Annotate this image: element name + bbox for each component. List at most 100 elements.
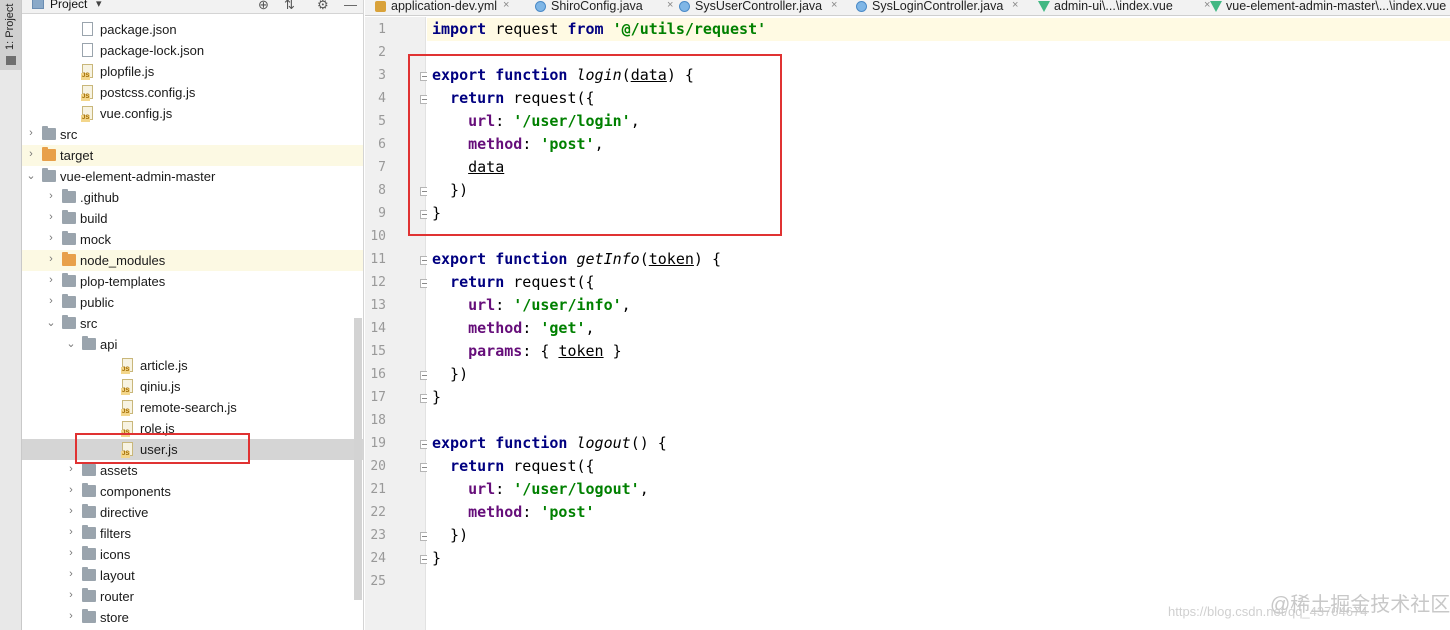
code-token: url — [468, 296, 496, 314]
tree-item-target[interactable]: › target — [22, 145, 363, 166]
tree-item-qiniu-js[interactable]: qiniu.js — [22, 376, 363, 397]
code-token: url — [468, 112, 496, 130]
folder-icon — [82, 525, 96, 539]
close-tab-icon[interactable]: × — [667, 0, 673, 11]
code-editor[interactable]: import request from '@/utils/request' exp… — [427, 17, 1450, 630]
tree-item-router[interactable]: › router — [22, 586, 363, 607]
js-file-icon — [121, 379, 133, 395]
code-line: url: '/user/login', — [432, 112, 640, 130]
editor-tab-label: ShiroConfig.java — [551, 0, 643, 13]
line-number: 22 — [370, 505, 386, 520]
close-tab-icon[interactable]: × — [831, 0, 837, 11]
expand-arrow-icon[interactable]: › — [66, 463, 76, 475]
tree-item-user-js[interactable]: user.js — [22, 439, 363, 460]
yml-file-icon — [375, 1, 386, 12]
tree-item-src[interactable]: › src — [22, 124, 363, 145]
expand-arrow-icon[interactable]: › — [66, 484, 76, 496]
code-token: 'post' — [540, 135, 595, 153]
folder-icon — [82, 609, 96, 623]
tree-item-article-js[interactable]: article.js — [22, 355, 363, 376]
code-line: params: { token } — [432, 342, 622, 360]
folder-icon — [62, 189, 76, 203]
hide-panel-icon[interactable]: — — [344, 0, 357, 12]
view-selector-caret-icon[interactable]: ▾ — [96, 0, 102, 10]
expand-arrow-icon[interactable]: › — [26, 127, 36, 139]
tree-item-plopfile-js[interactable]: plopfile.js — [22, 61, 363, 82]
tree-item-store[interactable]: › store — [22, 607, 363, 628]
folder-icon — [6, 56, 16, 65]
settings-gear-icon[interactable]: ⚙ — [317, 0, 329, 13]
code-token: }) — [432, 181, 469, 199]
line-number: 15 — [370, 344, 386, 359]
tree-item-layout[interactable]: › layout — [22, 565, 363, 586]
tree-item-build[interactable]: › build — [22, 208, 363, 229]
tree-item-directive[interactable]: › directive — [22, 502, 363, 523]
tree-item-filters[interactable]: › filters — [22, 523, 363, 544]
code-line: url: '/user/logout', — [432, 480, 649, 498]
code-token: } — [432, 204, 442, 222]
expand-arrow-icon[interactable]: › — [66, 505, 76, 517]
line-number: 11 — [370, 252, 386, 267]
expand-arrow-icon[interactable]: › — [46, 211, 56, 223]
code-token: params — [468, 342, 523, 360]
tree-item-src[interactable]: ⌄ src — [22, 313, 363, 334]
expand-arrow-icon[interactable]: › — [66, 547, 76, 559]
tree-item-assets[interactable]: › assets — [22, 460, 363, 481]
project-tool-tab[interactable]: 1: Project — [0, 0, 21, 70]
tree-item-node-modules[interactable]: › node_modules — [22, 250, 363, 271]
expand-arrow-icon[interactable]: › — [66, 610, 76, 622]
tree-item-postcss-config-js[interactable]: postcss.config.js — [22, 82, 363, 103]
tree-item-vue-config-js[interactable]: vue.config.js — [22, 103, 363, 124]
tree-item-components[interactable]: › components — [22, 481, 363, 502]
expand-arrow-icon[interactable]: › — [66, 526, 76, 538]
tree-item-public[interactable]: › public — [22, 292, 363, 313]
tree-scrollbar-thumb[interactable] — [354, 318, 362, 600]
code-token: login — [576, 66, 622, 84]
collapse-arrow-icon[interactable]: ⌄ — [66, 337, 76, 350]
tree-item-mock[interactable]: › mock — [22, 229, 363, 250]
tree-item-vue-element-admin-master[interactable]: ⌄ vue-element-admin-master — [22, 166, 363, 187]
code-token: getInfo — [576, 250, 640, 268]
tree-item-icons[interactable]: › icons — [22, 544, 363, 565]
tree-item-package-lock-json[interactable]: package-lock.json — [22, 40, 363, 61]
close-tab-icon[interactable]: × — [1012, 0, 1018, 11]
tree-item-api[interactable]: ⌄ api — [22, 334, 363, 355]
code-token: ( — [621, 66, 631, 84]
line-number: 24 — [370, 551, 386, 566]
expand-arrow-icon[interactable]: › — [46, 253, 56, 265]
folder-icon — [42, 147, 56, 161]
expand-arrow-icon[interactable]: › — [66, 589, 76, 601]
tree-item-github[interactable]: › .github — [22, 187, 363, 208]
expand-arrow-icon[interactable]: › — [26, 148, 36, 160]
folder-icon — [42, 168, 56, 182]
expand-arrow-icon[interactable]: › — [46, 190, 56, 202]
project-view-title[interactable]: Project — [50, 0, 87, 11]
code-token: method — [468, 135, 523, 153]
tree-item-label: article.js — [140, 358, 188, 373]
expand-arrow-icon[interactable]: › — [46, 295, 56, 307]
folder-icon — [82, 567, 96, 581]
tree-item-remote-search-js[interactable]: remote-search.js — [22, 397, 363, 418]
line-number: 13 — [370, 298, 386, 313]
close-tab-icon[interactable]: × — [503, 0, 509, 11]
line-number: 6 — [378, 137, 386, 152]
tree-item-plop-templates[interactable]: › plop-templates — [22, 271, 363, 292]
tree-item-package-json[interactable]: package.json — [22, 19, 363, 40]
locate-file-icon[interactable]: ⊕ — [258, 0, 269, 13]
js-file-icon — [81, 64, 93, 80]
expand-arrow-icon[interactable]: › — [66, 568, 76, 580]
tree-item-role-js[interactable]: role.js — [22, 418, 363, 439]
collapse-all-icon[interactable]: ⇅ — [284, 0, 295, 13]
tree-item-label: .github — [80, 190, 120, 205]
code-token: request({ — [504, 457, 595, 475]
folder-icon — [62, 210, 76, 224]
expand-arrow-icon[interactable]: › — [46, 274, 56, 286]
collapse-arrow-icon[interactable]: ⌄ — [26, 169, 36, 182]
collapse-arrow-icon[interactable]: ⌄ — [46, 316, 56, 329]
expand-arrow-icon[interactable]: › — [46, 232, 56, 244]
